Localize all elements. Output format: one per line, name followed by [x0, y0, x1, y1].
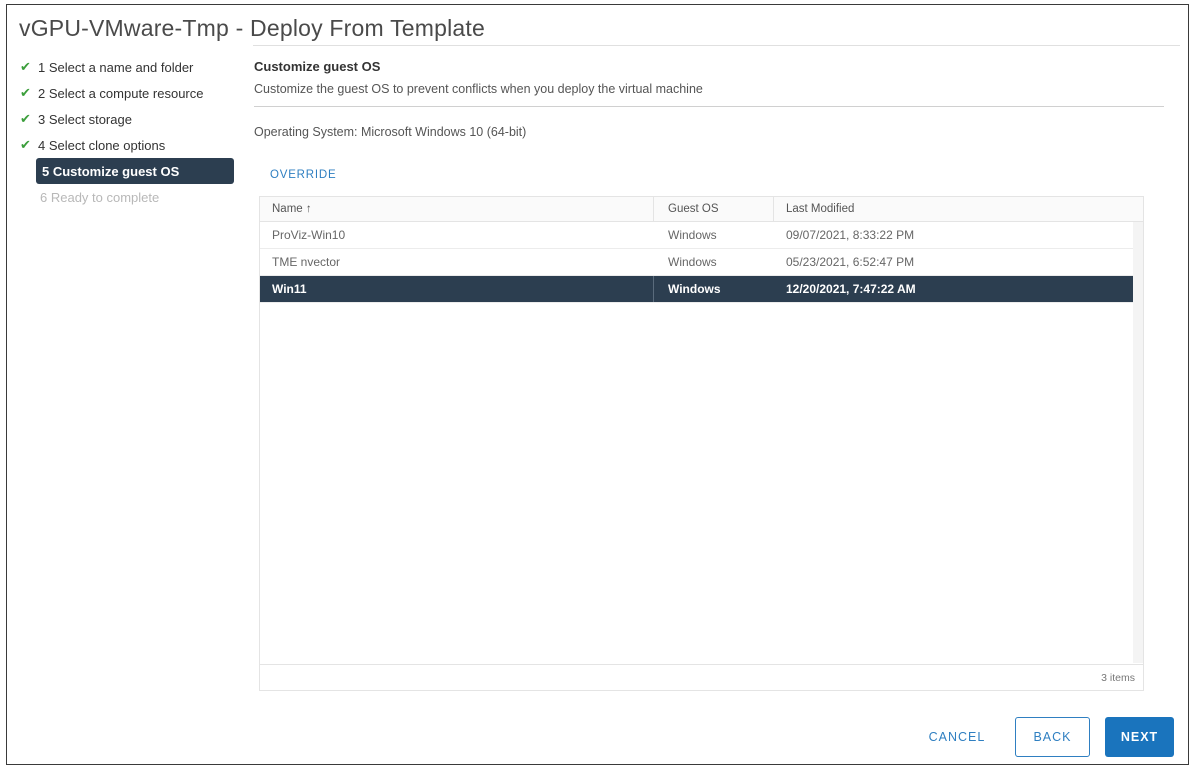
grid-scrollbar[interactable]: [1133, 222, 1143, 663]
step-ready-to-complete: 6 Ready to complete: [16, 184, 246, 210]
step-label: 3 Select storage: [38, 111, 132, 127]
main-panel: Customize guest OS Customize the guest O…: [254, 54, 1164, 183]
section-divider: [254, 106, 1164, 107]
next-button[interactable]: NEXT: [1105, 717, 1174, 757]
check-icon: ✔: [20, 59, 31, 74]
dialog-title: vGPU-VMware-Tmp - Deploy From Template: [19, 15, 485, 41]
table-row[interactable]: ProViz-Win10 Windows 09/07/2021, 8:33:22…: [260, 222, 1143, 249]
table-row[interactable]: TME nvector Windows 05/23/2021, 6:52:47 …: [260, 249, 1143, 276]
step-label: 1 Select a name and folder: [38, 59, 194, 75]
cell-guest-os: Windows: [668, 255, 717, 269]
check-icon: ✔: [20, 137, 31, 152]
column-header-guest-os[interactable]: Guest OS: [654, 197, 774, 221]
step-label: 6 Ready to complete: [40, 189, 160, 205]
cancel-button[interactable]: CANCEL: [912, 717, 1002, 757]
step-select-clone-options[interactable]: ✔ 4 Select clone options: [16, 132, 246, 158]
operating-system-info: Operating System: Microsoft Windows 10 (…: [254, 125, 527, 139]
customization-spec-grid: Name ↑ Guest OS Last Modified ProViz-Win…: [259, 196, 1144, 691]
cell-name: TME nvector: [272, 255, 341, 269]
column-header-last-modified[interactable]: Last Modified: [774, 203, 1143, 215]
step-select-compute-resource[interactable]: ✔ 2 Select a compute resource: [16, 80, 246, 106]
step-customize-guest-os[interactable]: 5 Customize guest OS: [36, 158, 234, 184]
step-label: 2 Select a compute resource: [38, 85, 204, 101]
title-divider: [253, 45, 1180, 46]
cell-last-modified: 12/20/2021, 7:47:22 AM: [786, 282, 916, 296]
cell-guest-os: Windows: [668, 228, 717, 242]
table-row-selected[interactable]: Win11 Windows 12/20/2021, 7:47:22 AM: [260, 276, 1143, 303]
section-title: Customize guest OS: [254, 59, 381, 74]
grid-footer: 3 items: [260, 664, 1143, 690]
override-button[interactable]: OVERRIDE: [270, 169, 336, 181]
grid-header: Name ↑ Guest OS Last Modified: [260, 197, 1143, 222]
cell-last-modified: 09/07/2021, 8:33:22 PM: [786, 228, 915, 242]
section-description: Customize the guest OS to prevent confli…: [254, 82, 703, 96]
back-button[interactable]: BACK: [1015, 717, 1090, 757]
check-icon: ✔: [20, 85, 31, 100]
cell-last-modified: 05/23/2021, 6:52:47 PM: [786, 255, 915, 269]
step-label: 5 Customize guest OS: [42, 163, 180, 179]
wizard-steps: ✔ 1 Select a name and folder ✔ 2 Select …: [16, 54, 246, 210]
cell-name: Win11: [260, 276, 654, 302]
step-select-storage[interactable]: ✔ 3 Select storage: [16, 106, 246, 132]
item-count: 3 items: [1101, 671, 1135, 684]
cell-name: ProViz-Win10: [272, 228, 346, 242]
step-label: 4 Select clone options: [38, 137, 166, 153]
step-select-name-folder[interactable]: ✔ 1 Select a name and folder: [16, 54, 246, 80]
cell-guest-os: Windows: [668, 282, 721, 296]
column-header-name[interactable]: Name ↑: [260, 197, 654, 221]
check-icon: ✔: [20, 111, 31, 126]
